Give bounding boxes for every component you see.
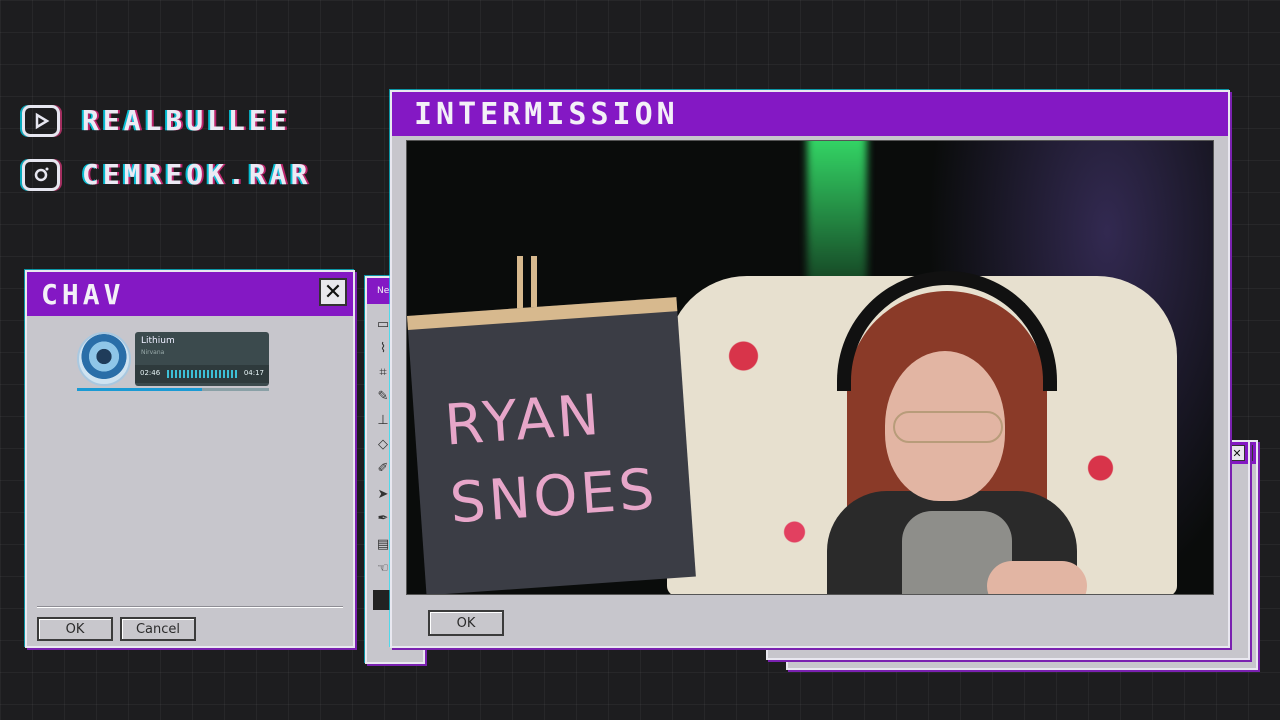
- now-playing-card: Lithium Nirvana 02:46 04:17: [135, 332, 269, 386]
- toolbar-window-title: Ne: [377, 286, 390, 296]
- chat-window-titlebar: CHAV: [27, 272, 353, 316]
- instagram-icon: [22, 158, 60, 191]
- instagram-social: CEMREOK.RAR: [22, 158, 311, 191]
- track-duration: 04:17: [243, 369, 264, 377]
- track-title: Lithium: [141, 336, 175, 346]
- chat-window: CHAV ✕ Lithium Nirvana 02:46 04:17 OK Ca…: [25, 270, 355, 648]
- current-time: 02:46: [140, 369, 161, 377]
- chalkboard: RYAN SNOES: [407, 297, 696, 594]
- chalkboard-text: RYAN SNOES: [442, 382, 660, 537]
- glasses: [893, 411, 1003, 443]
- intermission-window: INTERMISSION RYAN SNOES OK: [390, 90, 1230, 648]
- track-progress-fill: [77, 388, 202, 391]
- album-art: [77, 332, 131, 386]
- close-icon[interactable]: ✕: [1229, 445, 1245, 461]
- headphones: [837, 271, 1057, 391]
- waveform: [167, 370, 237, 378]
- youtube-icon: [22, 104, 60, 137]
- ok-button[interactable]: OK: [428, 610, 504, 636]
- streamer: [807, 261, 1087, 594]
- ok-button[interactable]: OK: [37, 617, 113, 641]
- youtube-handle: REALBULLEE: [82, 104, 291, 137]
- chat-window-title: CHAV: [41, 277, 125, 311]
- instagram-handle: CEMREOK.RAR: [82, 158, 312, 191]
- track-progress-bar[interactable]: [77, 388, 269, 391]
- now-playing-widget: Lithium Nirvana 02:46 04:17: [77, 332, 271, 392]
- intermission-window-titlebar: INTERMISSION: [392, 92, 1228, 136]
- youtube-social: REALBULLEE: [22, 104, 291, 137]
- intermission-window-title: INTERMISSION: [414, 96, 679, 132]
- cancel-button[interactable]: Cancel: [120, 617, 196, 641]
- divider: [37, 606, 343, 608]
- close-icon[interactable]: ✕: [319, 278, 347, 306]
- webcam-feed: RYAN SNOES: [406, 140, 1214, 595]
- track-artist: Nirvana: [141, 349, 165, 356]
- streamer-hand: [987, 561, 1087, 594]
